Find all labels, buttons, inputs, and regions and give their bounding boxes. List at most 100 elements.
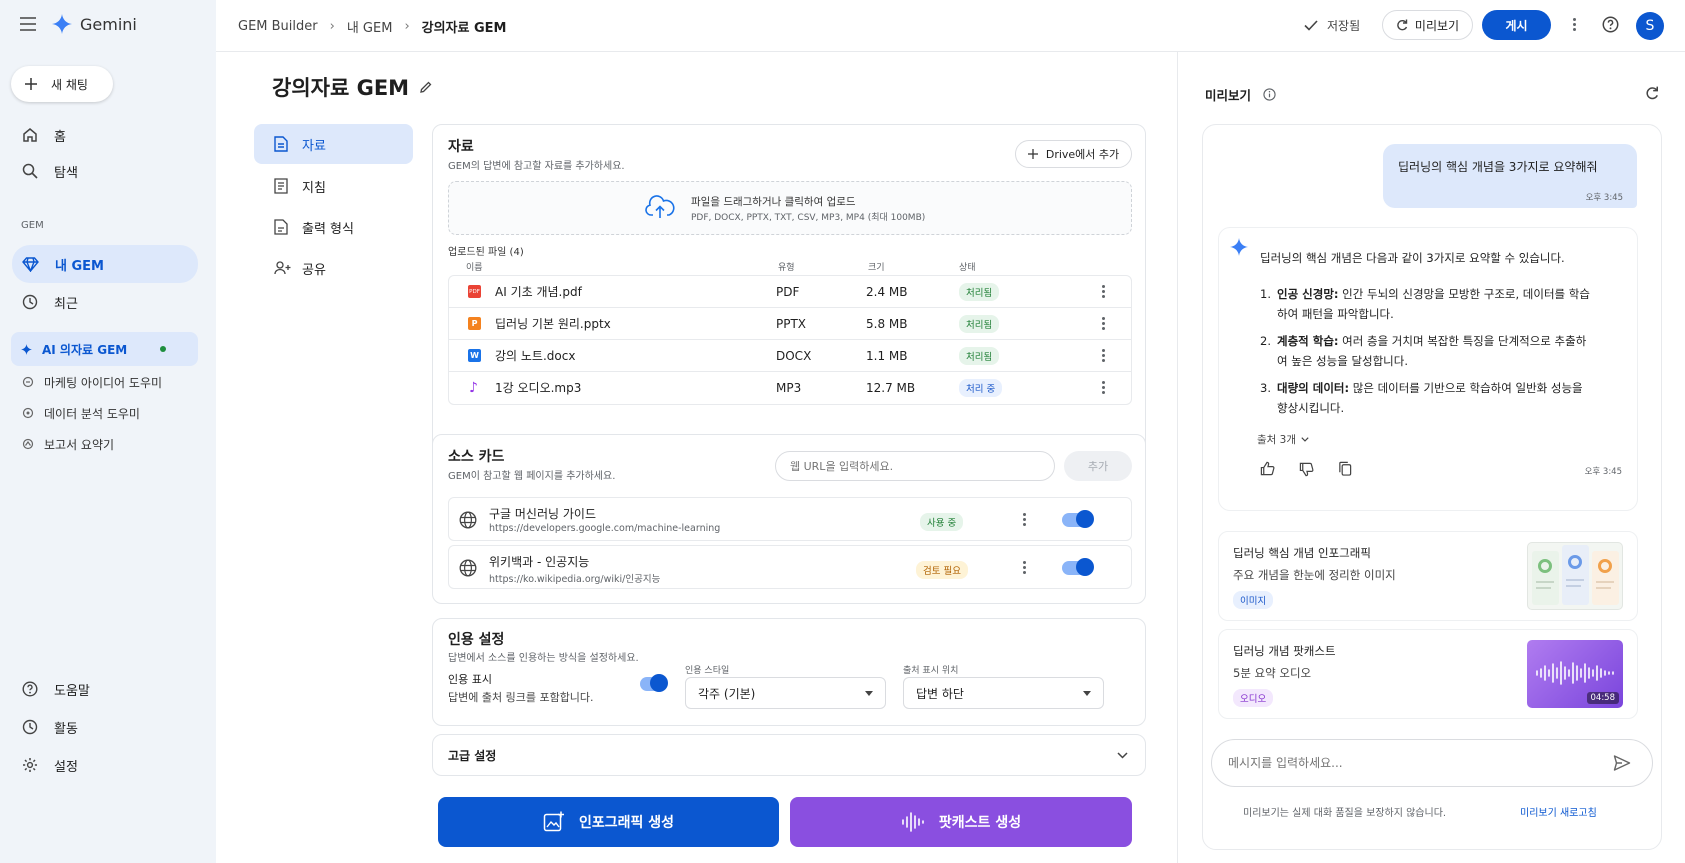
thumbs-up-icon[interactable] (1260, 461, 1275, 476)
chat-area: 딥러닝의 핵심 개념을 3가지로 요약해줘 오후 3:45 딥러닝의 핵심 개념… (1202, 124, 1662, 850)
sidebar: Gemini 새 채팅 홈 탐색 GEM 내 GEM 최근 AI 의자료 GEM… (0, 0, 216, 863)
podcast-thumbnail[interactable]: 04:58 (1527, 640, 1623, 708)
breadcrumb-gem-builder[interactable]: GEM Builder (238, 19, 318, 34)
file-name: 강의 노트.docx (495, 349, 576, 363)
tab-share[interactable]: 공유 (254, 248, 413, 288)
message-input-box[interactable] (1211, 739, 1653, 787)
citation-toggle-label: 인용 표시 (448, 673, 492, 686)
more-options-icon[interactable] (1023, 513, 1026, 526)
check-icon (1304, 20, 1318, 31)
col-name: 이름 (466, 263, 483, 273)
refresh-icon[interactable] (1645, 86, 1659, 100)
citation-style-select[interactable]: 각주 (기본) (685, 677, 886, 709)
podcast-result-card[interactable]: 딥러닝 개념 팟캐스트 5분 요약 오디오 오디오 04:58 (1218, 629, 1638, 719)
gemini-star-icon (1230, 238, 1248, 256)
menu-icon[interactable] (20, 17, 36, 31)
sidebar-item-label: 최근 (54, 296, 78, 312)
file-row[interactable]: W 강의 노트.docx DOCX 1.1 MB 처리됨 (449, 339, 1131, 371)
more-options-icon[interactable] (1102, 349, 1105, 362)
copy-icon[interactable] (1338, 461, 1352, 476)
sidebar-item-activity[interactable]: 활동 (12, 709, 198, 745)
preview-refresh-link[interactable]: 미리보기 새로고침 (1520, 804, 1597, 819)
help-icon[interactable] (1602, 16, 1619, 33)
more-options-icon[interactable] (1102, 317, 1105, 330)
sidebar-item-settings[interactable]: 설정 (12, 747, 198, 783)
gem-item[interactable]: 마케팅 아이디어 도우미 (12, 367, 198, 397)
upload-dropzone[interactable]: 파일을 드래그하거나 클릭하여 업로드 PDF, DOCX, PPTX, TXT… (448, 181, 1132, 235)
source-item[interactable]: 위키백과 - 인공지능 https://ko.wikipedia.org/wik… (448, 545, 1132, 589)
upload-main-text: 파일을 드래그하거나 클릭하여 업로드 (691, 196, 856, 208)
thumbs-down-icon[interactable] (1299, 462, 1314, 477)
gem-item[interactable]: 보고서 요약기 (12, 429, 198, 459)
citation-subtitle: 답변에서 소스를 인용하는 방식을 설정하세요. (448, 653, 639, 664)
more-options-icon[interactable] (1102, 381, 1105, 394)
gem-item-active[interactable]: AI 의자료 GEM (11, 332, 198, 366)
source-toggle[interactable] (1062, 558, 1094, 576)
point-number: 3. (1260, 381, 1271, 395)
gemini-logo[interactable]: Gemini (52, 14, 137, 34)
sidebar-item-help[interactable]: 도움말 (12, 671, 198, 707)
more-options-icon[interactable] (1102, 285, 1105, 298)
file-row[interactable]: P 딥러닝 기본 원리.pptx PPTX 5.8 MB 처리됨 (449, 307, 1131, 339)
sparkle-icon (21, 343, 32, 355)
sources-toggle[interactable]: 출처 3개 (1257, 432, 1309, 447)
home-icon (23, 128, 37, 142)
gem-item-label: 보고서 요약기 (44, 437, 115, 452)
col-status: 상태 (959, 263, 976, 273)
citation-toggle[interactable] (640, 674, 668, 692)
uploaded-files-label: 업로드된 파일 (4) (448, 247, 524, 258)
citation-title: 인용 설정 (448, 632, 505, 648)
publish-button[interactable]: 게시 (1482, 10, 1551, 40)
answer-point: 2. 계층적 학습: 여러 층을 거치며 복잡한 특징을 단계적으로 추출하여 … (1260, 331, 1595, 371)
new-chat-button[interactable]: 새 채팅 (11, 66, 113, 102)
advanced-settings[interactable]: 고급 설정 (432, 734, 1146, 776)
info-icon[interactable] (1263, 88, 1276, 101)
more-options-icon[interactable] (1023, 561, 1026, 574)
citation-toggle-desc: 답변에 출처 링크를 포함합니다. (448, 691, 594, 704)
source-title: 위키백과 - 인공지능 (489, 555, 590, 569)
preview-button[interactable]: 미리보기 (1382, 10, 1473, 40)
tab-instructions[interactable]: 지침 (254, 166, 413, 206)
sidebar-item-home[interactable]: 홈 (12, 117, 198, 153)
more-options-icon[interactable] (1573, 18, 1576, 31)
add-from-drive-button[interactable]: Drive에서 추가 (1015, 140, 1132, 168)
cloud-upload-icon (645, 195, 675, 218)
chevron-right-icon: › (329, 19, 335, 34)
gem-icon (22, 256, 39, 272)
sources-title: 소스 카드 (448, 449, 505, 465)
source-position-select[interactable]: 답변 하단 (903, 677, 1104, 709)
breadcrumb-my-gem[interactable]: 내 GEM (347, 17, 393, 36)
gear-icon (23, 758, 37, 772)
edit-pencil-icon[interactable] (419, 80, 433, 94)
chevron-right-icon: › (404, 19, 410, 34)
url-input[interactable] (775, 451, 1055, 481)
tab-label: 지침 (302, 180, 326, 196)
file-row[interactable]: PDF AI 기초 개념.pdf PDF 2.4 MB 처리됨 (449, 276, 1131, 307)
infographic-thumbnail (1527, 542, 1623, 610)
file-name: 1강 오디오.mp3 (495, 381, 582, 395)
send-icon[interactable] (1613, 754, 1631, 772)
sidebar-item-explore[interactable]: 탐색 (12, 153, 198, 189)
infographic-result-card[interactable]: 딥러닝 핵심 개념 인포그래픽 주요 개념을 한눈에 정리한 이미지 이미지 (1218, 531, 1638, 621)
message-input[interactable] (1228, 753, 1598, 773)
help-icon (22, 681, 38, 697)
generate-infographic-button[interactable]: 인포그래픽 생성 (438, 797, 779, 847)
avatar[interactable]: S (1636, 12, 1664, 40)
source-toggle[interactable] (1062, 510, 1094, 528)
history-icon (22, 294, 38, 310)
add-url-button[interactable]: 추가 (1064, 451, 1132, 481)
sidebar-item-my-gem[interactable]: 내 GEM (12, 245, 198, 283)
tab-output-format[interactable]: 출력 형식 (254, 207, 413, 247)
citation-style-label: 인용 스타일 (685, 666, 730, 676)
generate-podcast-button[interactable]: 팟캐스트 생성 (790, 797, 1132, 847)
source-item[interactable]: 구글 머신러닝 가이드 https://developers.google.co… (448, 497, 1132, 541)
output-document-icon (274, 219, 288, 235)
gem-item[interactable]: 데이터 분석 도우미 (12, 398, 198, 428)
tab-materials[interactable]: 자료 (254, 124, 413, 164)
file-type: DOCX (776, 348, 812, 363)
file-row[interactable]: ♪ 1강 오디오.mp3 MP3 12.7 MB 처리 중 (449, 371, 1131, 403)
file-size: 2.4 MB (866, 284, 908, 299)
answer-intro: 딥러닝의 핵심 개념은 다음과 같이 3가지로 요약할 수 있습니다. (1260, 251, 1565, 265)
sidebar-item-recent[interactable]: 최근 (12, 284, 198, 320)
answer-point: 3. 대량의 데이터: 많은 데이터를 기반으로 학습하여 일반화 성능을 향상… (1260, 378, 1595, 418)
